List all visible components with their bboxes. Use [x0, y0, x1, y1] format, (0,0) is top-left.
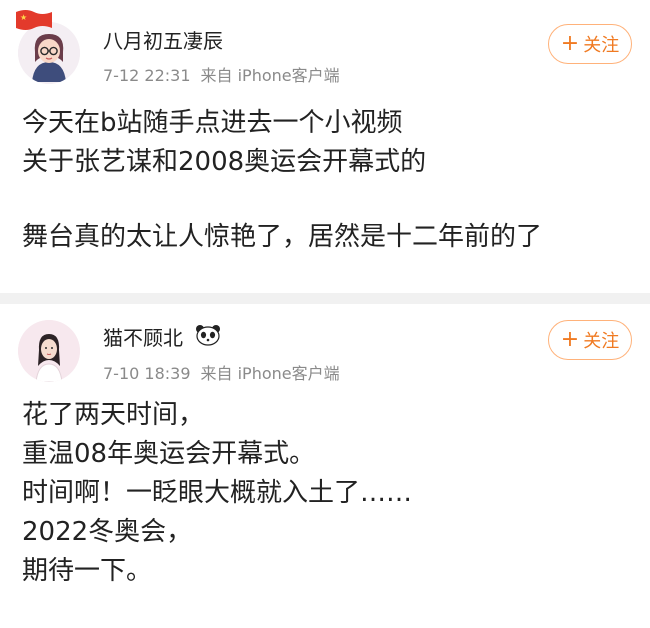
post-card: 猫不顾北 7-10 18:39 来自 iPhone客户端 + 关注 花了两天时间，…: [0, 304, 650, 628]
post-time: 7-12 22:31: [103, 66, 191, 85]
post-line: 今天在b站随手点进去一个小视频: [22, 108, 403, 138]
follow-label: 关注: [583, 35, 620, 56]
post-text: 花了两天时间， 重温08年奥运会开幕式。 时间啊！一眨眼大概就入土了…… 202…: [22, 396, 630, 591]
panda-emoji-icon: [196, 325, 220, 346]
avatar[interactable]: [18, 320, 80, 382]
post-line-break: [22, 182, 630, 218]
post-card: ★ 八月初五凄辰 7-12 22:31 来自 iPhone客户端 + 关注 今天在…: [0, 0, 650, 293]
weibo-feed: ★ 八月初五凄辰 7-12 22:31 来自 iPhone客户端 + 关注 今天在…: [0, 0, 650, 628]
post-separator: [0, 293, 650, 304]
post-text: 今天在b站随手点进去一个小视频 关于张艺谋和2008奥运会开幕式的 舞台真的太让…: [22, 104, 630, 257]
post-meta: 7-10 18:39 来自 iPhone客户端: [103, 360, 340, 384]
username[interactable]: 八月初五凄辰: [103, 25, 223, 54]
username[interactable]: 猫不顾北: [103, 322, 183, 351]
follow-label: 关注: [583, 331, 620, 352]
plus-icon: +: [560, 327, 580, 352]
post-line: 重温08年奥运会开幕式。: [22, 439, 316, 469]
post-line: 关于张艺谋和2008奥运会开幕式的: [22, 147, 427, 177]
follow-button[interactable]: + 关注: [548, 24, 632, 64]
svg-text:★: ★: [20, 13, 27, 22]
post-line: 舞台真的太让人惊艳了，居然是十二年前的了: [22, 222, 543, 252]
follow-button[interactable]: + 关注: [548, 320, 632, 360]
post-line: 花了两天时间，: [22, 400, 205, 430]
china-flag-icon: ★: [16, 10, 52, 30]
post-source: 来自 iPhone客户端: [200, 364, 340, 383]
post-line: 期待一下。: [22, 556, 153, 586]
post-line: 2022冬奥会，: [22, 517, 193, 547]
post-source: 来自 iPhone客户端: [200, 66, 340, 85]
plus-icon: +: [560, 31, 580, 56]
post-meta: 7-12 22:31 来自 iPhone客户端: [103, 62, 340, 86]
post-line: 时间啊！一眨眼大概就入土了……: [22, 478, 413, 508]
post-time: 7-10 18:39: [103, 364, 191, 383]
